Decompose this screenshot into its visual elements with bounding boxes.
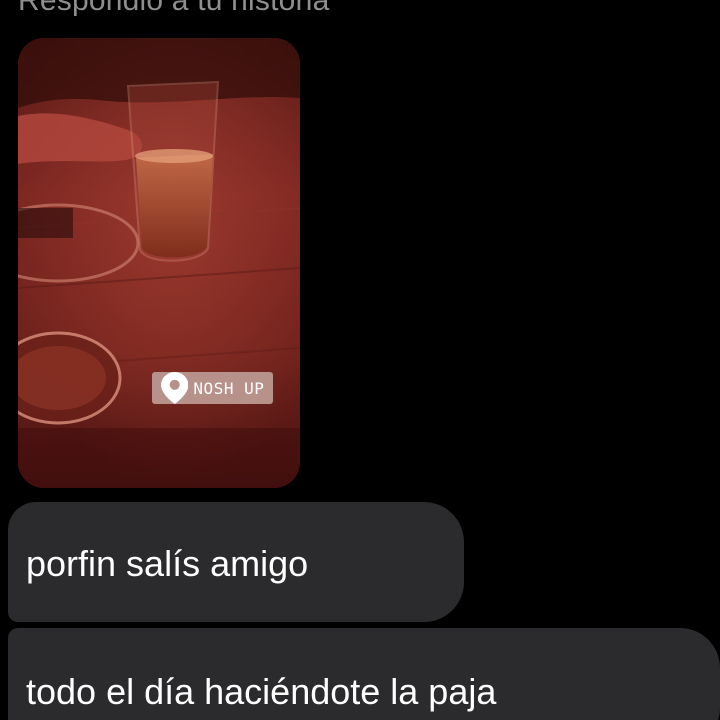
location-sticker-label: NOSH UP: [193, 378, 265, 398]
location-sticker[interactable]: NOSH UP: [152, 372, 274, 404]
story-reply-caption: Respondió a tu historia: [18, 0, 330, 17]
story-thumbnail[interactable]: NOSH UP: [18, 38, 300, 488]
story-photo: [18, 38, 300, 488]
map-pin-icon: [161, 372, 189, 404]
message-text: todo el día haciéndote la paja: [26, 671, 497, 712]
message-bubble[interactable]: todo el día haciéndote la paja: [8, 628, 720, 720]
message-text: porfin salís amigo: [26, 543, 309, 584]
dm-thread: Respondió a tu historia NOSH UP porfin s…: [0, 0, 720, 720]
message-bubble[interactable]: porfin salís amigo: [8, 502, 464, 622]
